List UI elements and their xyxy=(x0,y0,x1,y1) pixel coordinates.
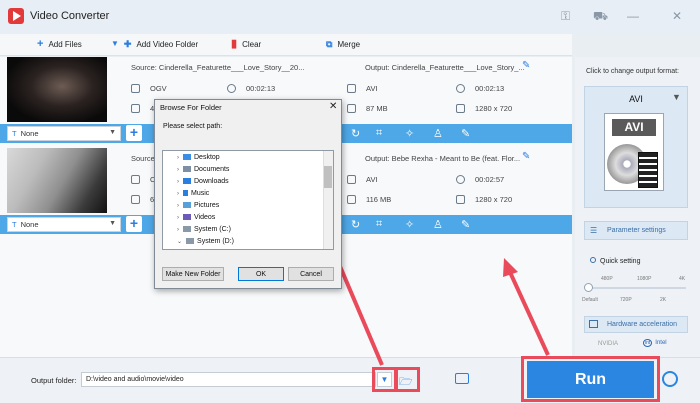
chevron-right-icon: › xyxy=(177,215,179,221)
tree-item-music[interactable]: › Music xyxy=(177,190,209,197)
chevron-right-icon: › xyxy=(177,167,179,173)
chevron-right-icon: › xyxy=(177,191,179,197)
pictures-icon xyxy=(183,202,191,208)
scrollbar-thumb[interactable] xyxy=(324,166,332,188)
dialog-prompt: Please select path: xyxy=(163,123,223,130)
desktop-icon xyxy=(183,154,191,160)
tree-item-system-c[interactable]: › System (C:) xyxy=(177,226,231,233)
music-icon xyxy=(183,190,188,196)
ok-button[interactable]: OK xyxy=(238,267,284,281)
chevron-right-icon: › xyxy=(177,179,179,185)
arrow-to-run xyxy=(507,269,550,356)
dialog-close-icon[interactable]: ✕ xyxy=(329,101,337,112)
drive-icon xyxy=(186,238,195,244)
documents-icon xyxy=(183,166,191,172)
dialog-title: Browse For Folder xyxy=(160,103,222,112)
tree-item-downloads[interactable]: › Downloads xyxy=(177,178,229,185)
tree-item-documents[interactable]: › Documents xyxy=(177,166,229,173)
tree-item-system-d[interactable]: ⌄ System (D:) xyxy=(177,238,234,245)
videos-icon xyxy=(183,214,191,220)
tree-item-desktop[interactable]: › Desktop xyxy=(177,154,220,161)
annotation-arrows xyxy=(316,212,550,366)
chevron-right-icon: › xyxy=(177,155,179,161)
make-new-folder-button[interactable]: Make New Folder xyxy=(162,267,224,281)
arrow-head xyxy=(503,258,518,277)
chevron-right-icon: › xyxy=(177,203,179,209)
tree-item-pictures[interactable]: › Pictures xyxy=(177,202,219,209)
downloads-icon xyxy=(183,178,191,184)
chevron-right-icon: › xyxy=(177,227,179,233)
cancel-button[interactable]: Cancel xyxy=(288,267,334,281)
drive-icon xyxy=(183,226,191,232)
folder-tree[interactable]: › Desktop › Documents › Downloads › Music › P… xyxy=(162,150,334,250)
chevron-down-icon: ⌄ xyxy=(177,239,183,245)
tree-item-videos[interactable]: › Videos xyxy=(177,214,215,221)
